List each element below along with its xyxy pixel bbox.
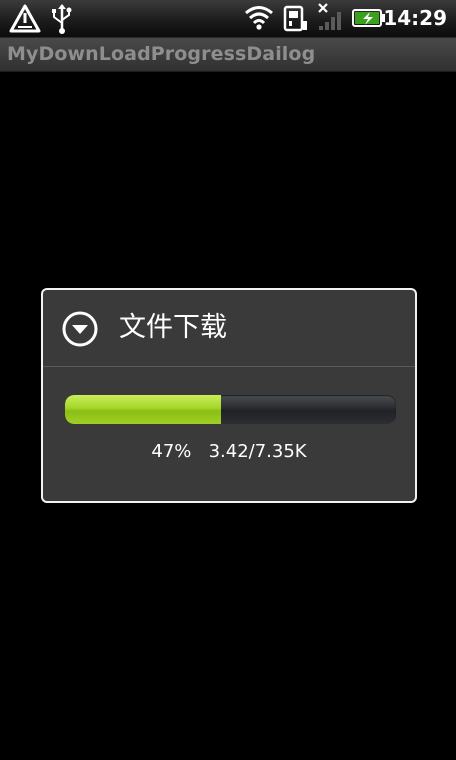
progress-fill <box>65 395 221 424</box>
dialog-divider <box>43 366 415 367</box>
chevron-down-circle-icon <box>62 311 98 347</box>
usb-icon <box>52 4 72 34</box>
dialog-header: 文件下载 <box>43 290 415 366</box>
screen: 14:29 MyDownLoadProgressDailog 文件下载 47% … <box>0 0 456 760</box>
sim-icon <box>283 5 307 32</box>
progress-bar <box>65 395 396 424</box>
wifi-icon <box>245 6 273 30</box>
app-title-bar: MyDownLoadProgressDailog <box>0 38 456 72</box>
dialog-title: 文件下载 <box>119 312 227 343</box>
download-dialog: 文件下载 47% 3.42/7.35K <box>41 288 417 503</box>
progress-percent: 47% <box>151 441 192 462</box>
status-time: 14:29 <box>383 6 447 30</box>
status-bar: 14:29 <box>0 0 456 38</box>
progress-size: 3.42/7.35K <box>208 441 307 462</box>
no-signal-icon <box>318 3 341 30</box>
warning-icon <box>9 4 41 33</box>
app-title: MyDownLoadProgressDailog <box>7 43 316 65</box>
progress-status: 47% 3.42/7.35K <box>43 440 415 464</box>
battery-charging-icon <box>352 9 385 27</box>
